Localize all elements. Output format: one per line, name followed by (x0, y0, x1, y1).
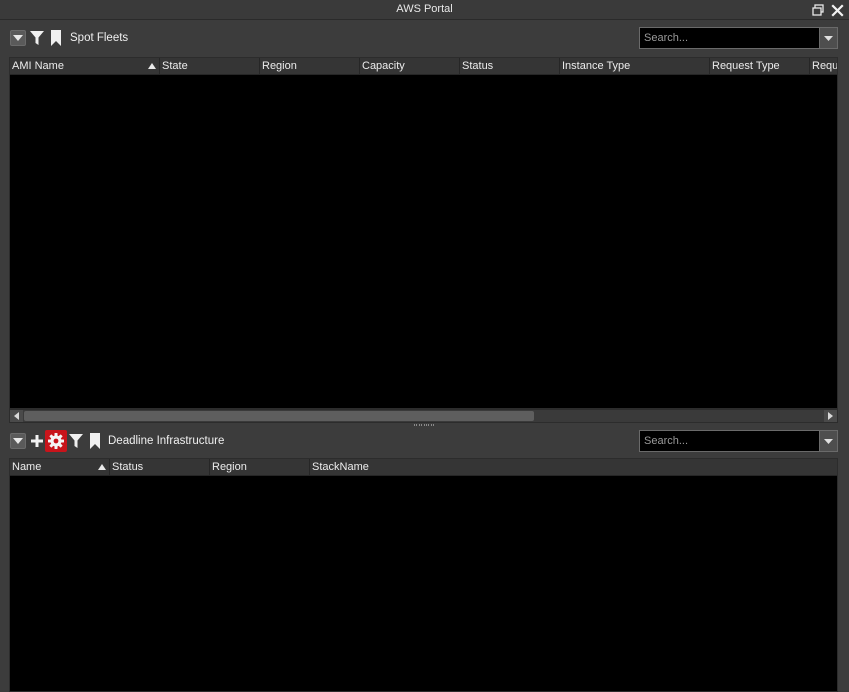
deadline-infrastructure-menu-button[interactable] (10, 433, 26, 449)
chevron-down-icon (13, 35, 23, 41)
chevron-down-icon (824, 35, 833, 41)
column-header-request-more[interactable]: Requ (810, 58, 837, 75)
spot-fleets-label: Spot Fleets (70, 32, 129, 44)
gear-icon (48, 433, 64, 449)
column-header-ami-name[interactable]: AMI Name (10, 58, 160, 75)
chevron-down-icon (824, 438, 833, 444)
column-header-state[interactable]: State (160, 58, 260, 75)
column-header-capacity[interactable]: Capacity (360, 58, 460, 75)
deadline-infrastructure-search (639, 430, 839, 452)
deadline-infrastructure-label: Deadline Infrastructure (108, 435, 225, 447)
column-header-status[interactable]: Status (460, 58, 560, 75)
add-infrastructure-button[interactable] (28, 431, 46, 451)
deadline-infrastructure-toolbar: Deadline Infrastructure (0, 423, 849, 459)
deadline-infrastructure-bookmark-button[interactable] (87, 431, 103, 451)
spot-fleets-menu-button[interactable] (10, 30, 26, 46)
close-window-button[interactable] (829, 2, 845, 18)
window-title: AWS Portal (396, 3, 453, 15)
chevron-down-icon (13, 438, 23, 444)
close-icon (830, 3, 844, 17)
bookmark-icon (90, 433, 100, 449)
scroll-right-button[interactable] (824, 410, 837, 422)
sort-ascending-icon (98, 464, 106, 470)
infrastructure-settings-button[interactable] (45, 430, 67, 452)
column-header-name[interactable]: Name (10, 459, 110, 476)
chevron-right-icon (828, 412, 833, 420)
spot-fleets-search-dropdown[interactable] (819, 27, 838, 49)
restore-window-button[interactable] (810, 2, 826, 18)
deadline-infrastructure-search-dropdown[interactable] (819, 430, 838, 452)
spot-fleets-table-header: AMI Name State Region Capacity Status In… (10, 58, 837, 75)
deadline-infrastructure-search-input[interactable] (639, 430, 819, 452)
spot-fleets-table[interactable]: AMI Name State Region Capacity Status In… (9, 57, 838, 409)
column-header-status[interactable]: Status (110, 459, 210, 476)
scrollbar-thumb[interactable] (24, 411, 534, 421)
deadline-infrastructure-table-header: Name Status Region StackName (10, 459, 837, 476)
restore-window-icon (812, 4, 824, 16)
column-header-region[interactable]: Region (260, 58, 360, 75)
spot-fleets-search (639, 27, 839, 49)
sort-ascending-icon (148, 63, 156, 69)
deadline-infrastructure-filter-button[interactable] (67, 431, 85, 451)
deadline-infrastructure-table[interactable]: Name Status Region StackName (9, 458, 838, 692)
column-header-instance-type[interactable]: Instance Type (560, 58, 710, 75)
column-header-region[interactable]: Region (210, 459, 310, 476)
spot-fleets-bookmark-button[interactable] (48, 28, 64, 48)
filter-icon (69, 434, 83, 448)
column-header-stackname[interactable]: StackName (310, 459, 837, 476)
column-header-request-type[interactable]: Request Type (710, 58, 810, 75)
spot-fleets-horizontal-scrollbar[interactable] (9, 409, 838, 423)
plus-icon (31, 435, 43, 447)
scroll-left-button[interactable] (10, 410, 23, 422)
spot-fleets-filter-button[interactable] (28, 28, 46, 48)
spot-fleets-toolbar: Spot Fleets (0, 20, 849, 56)
title-bar: AWS Portal (0, 0, 849, 20)
bookmark-icon (51, 30, 61, 46)
chevron-left-icon (14, 412, 19, 420)
spot-fleets-search-input[interactable] (639, 27, 819, 49)
filter-icon (30, 31, 44, 45)
